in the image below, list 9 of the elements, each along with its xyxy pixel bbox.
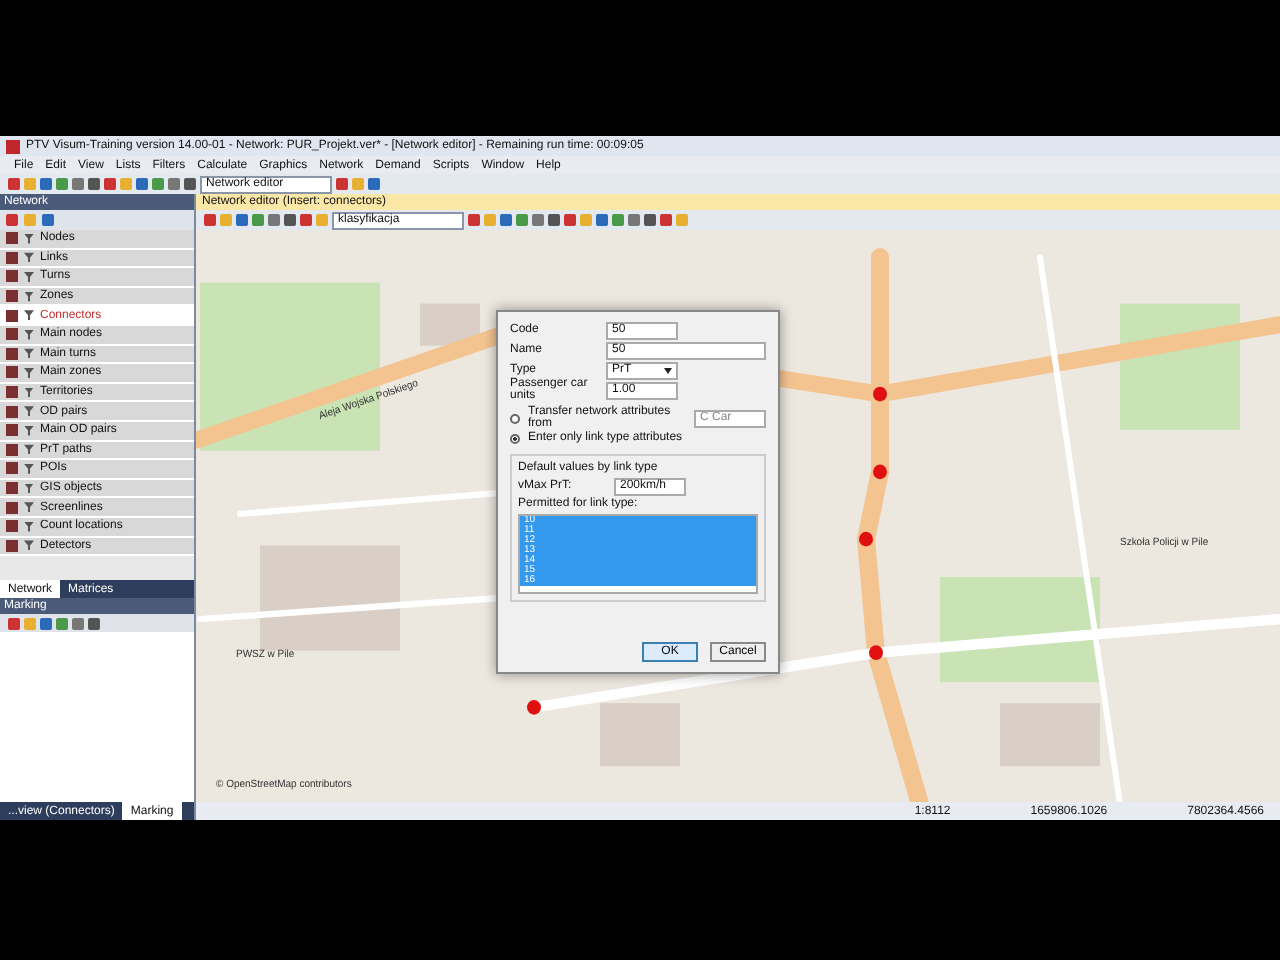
radio-button[interactable] — [510, 413, 520, 423]
radio-button[interactable] — [510, 433, 520, 443]
connector-node-marker[interactable] — [869, 645, 883, 661]
connector-node-marker[interactable] — [873, 464, 887, 480]
connector-node-marker[interactable] — [527, 700, 541, 715]
app-logo-icon — [6, 139, 20, 153]
connector-node-marker[interactable] — [859, 531, 873, 547]
connector-node-marker[interactable] — [873, 386, 887, 402]
caret-icon — [664, 367, 672, 373]
